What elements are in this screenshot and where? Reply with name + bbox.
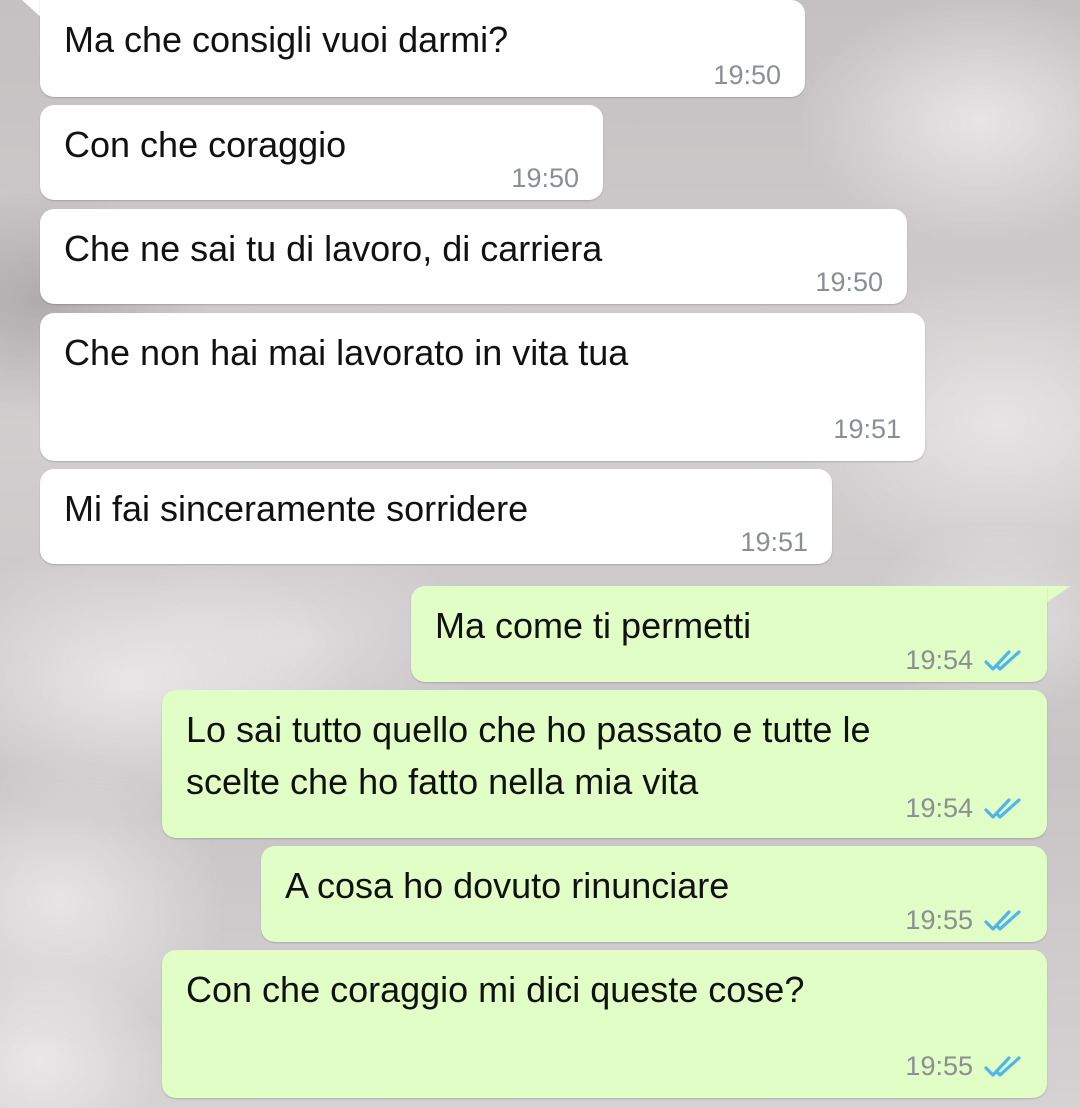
message-meta: 19:55 bbox=[905, 1051, 1023, 1082]
double-check-icon bbox=[984, 909, 1021, 931]
message-meta: 19:50 bbox=[815, 267, 883, 298]
message-timestamp: 19:50 bbox=[815, 267, 883, 297]
outgoing-message-bubble[interactable]: A cosa ho dovuto rinunciare 19:55 bbox=[261, 846, 1047, 942]
message-text: Ma che consigli vuoi darmi? bbox=[64, 19, 509, 60]
outgoing-message-bubble[interactable]: Ma come ti permetti 19:54 bbox=[411, 586, 1047, 682]
message-timestamp: 19:55 bbox=[905, 1051, 973, 1081]
message-meta: 19:54 bbox=[905, 645, 1023, 676]
incoming-message-bubble[interactable]: Mi fai sinceramente sorridere 19:51 bbox=[40, 469, 832, 564]
message-meta: 19:55 bbox=[905, 905, 1023, 936]
incoming-message-bubble[interactable]: Con che coraggio 19:50 bbox=[40, 105, 603, 200]
message-timestamp: 19:55 bbox=[905, 905, 973, 935]
message-meta: 19:50 bbox=[713, 60, 781, 91]
message-meta: 19:54 bbox=[905, 793, 1023, 824]
message-text: Mi fai sinceramente sorridere bbox=[64, 488, 529, 529]
outgoing-message-bubble[interactable]: Con che coraggio mi dici queste cose? 19… bbox=[162, 950, 1047, 1098]
message-meta: 19:50 bbox=[511, 163, 579, 194]
outgoing-message-bubble[interactable]: Lo sai tutto quello che ho passato e tut… bbox=[162, 690, 1047, 838]
incoming-message-bubble[interactable]: Che non hai mai lavorato in vita tua 19:… bbox=[40, 313, 925, 461]
message-timestamp: 19:54 bbox=[905, 793, 973, 823]
message-text: Che non hai mai lavorato in vita tua bbox=[64, 332, 629, 373]
message-text: Che ne sai tu di lavoro, di carriera bbox=[64, 228, 603, 269]
double-check-icon bbox=[984, 1055, 1021, 1077]
incoming-message-bubble[interactable]: Ma che consigli vuoi darmi? 19:50 bbox=[40, 0, 805, 97]
message-text: Con che coraggio bbox=[64, 124, 347, 165]
double-check-icon bbox=[984, 649, 1021, 671]
message-timestamp: 19:50 bbox=[511, 163, 579, 193]
message-meta: 19:51 bbox=[833, 414, 901, 445]
message-timestamp: 19:51 bbox=[740, 527, 808, 557]
message-timestamp: 19:54 bbox=[905, 645, 973, 675]
message-text: Lo sai tutto quello che ho passato e tut… bbox=[186, 709, 871, 802]
double-check-icon bbox=[984, 797, 1021, 819]
message-text: Con che coraggio mi dici queste cose? bbox=[186, 969, 805, 1010]
message-meta: 19:51 bbox=[740, 527, 808, 558]
chat-message-list[interactable]: Ma che consigli vuoi darmi? 19:50 Con ch… bbox=[0, 0, 1080, 1108]
message-timestamp: 19:50 bbox=[713, 60, 781, 90]
message-timestamp: 19:51 bbox=[833, 414, 901, 444]
incoming-message-bubble[interactable]: Che ne sai tu di lavoro, di carriera 19:… bbox=[40, 209, 907, 304]
